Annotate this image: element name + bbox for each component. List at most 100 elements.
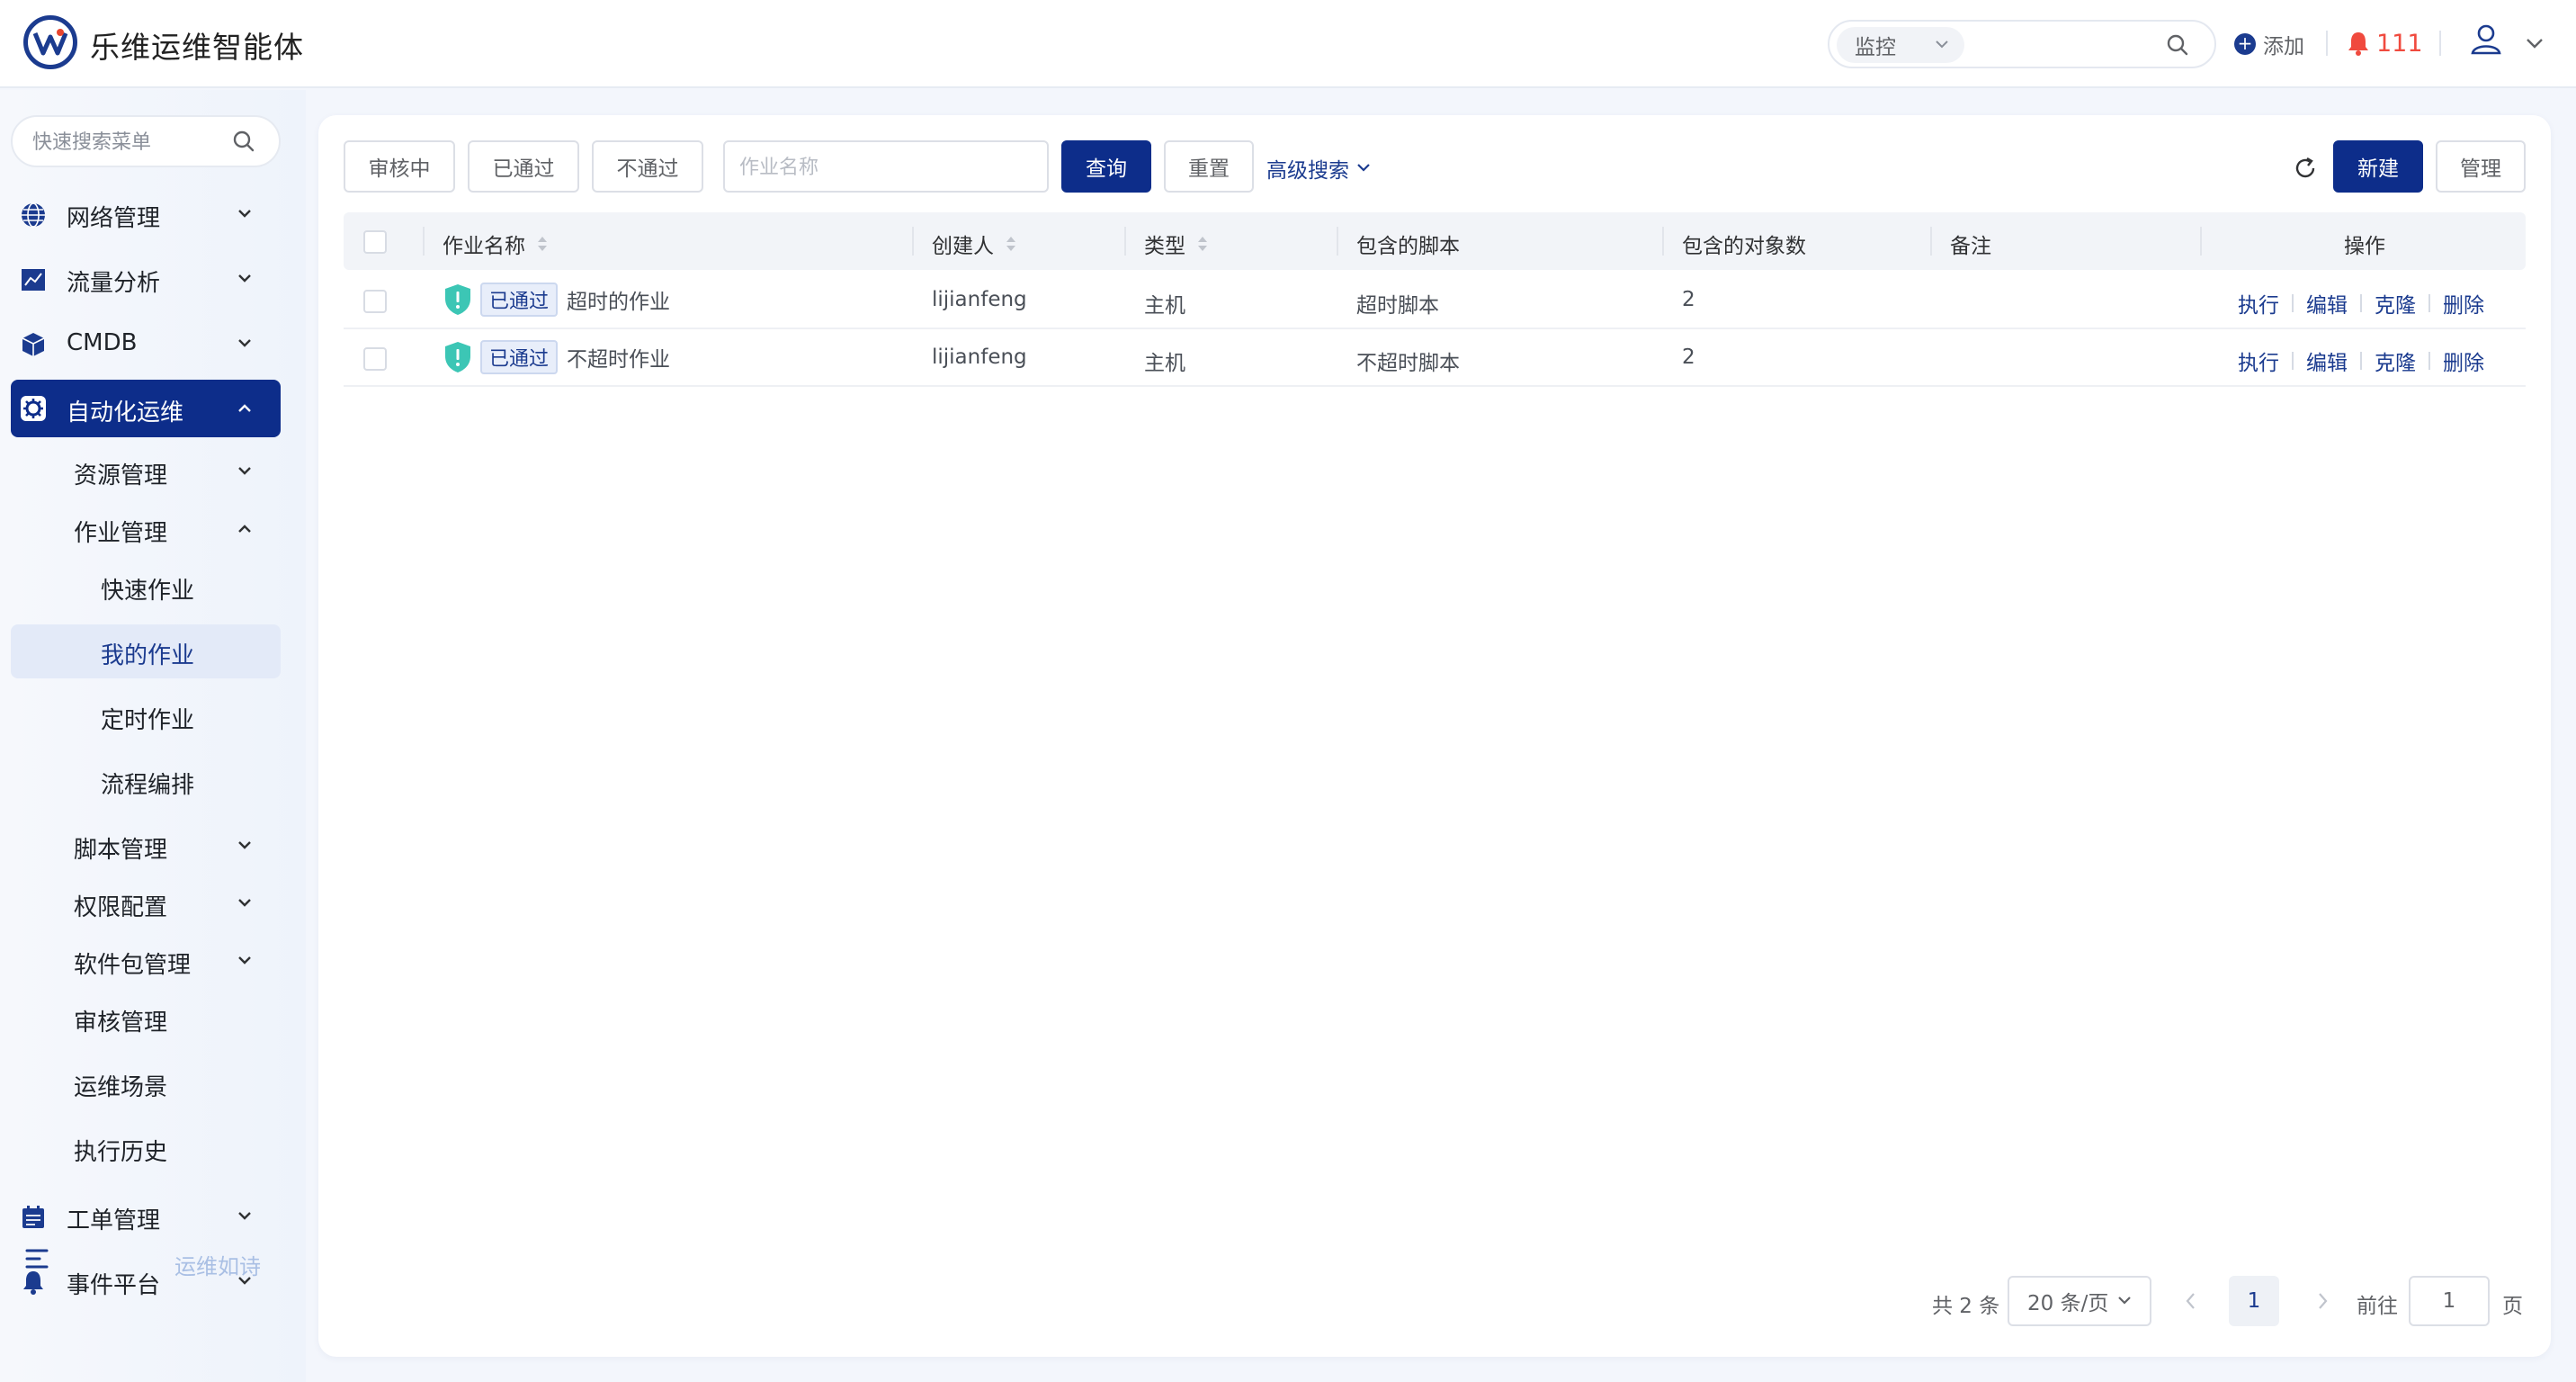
column-divider	[1124, 227, 1126, 256]
global-search[interactable]: 监控	[1828, 20, 2216, 68]
column-header-name[interactable]: 作业名称	[443, 229, 549, 259]
sidebar-item-job[interactable]: 作业管理	[11, 502, 281, 556]
sidebar-item-ticket[interactable]: 工单管理	[11, 1189, 281, 1243]
filter-passed-button[interactable]: 已通过	[468, 140, 579, 193]
creator-cell: lijianfeng	[932, 288, 1027, 311]
sidebar-item-audit[interactable]: 审核管理	[11, 992, 281, 1045]
sidebar-item-quick-job[interactable]: 快速作业	[11, 560, 281, 614]
run-link[interactable]: 执行	[2238, 346, 2279, 376]
page-size-select[interactable]: 20 条/页	[2008, 1276, 2151, 1326]
chevron-right-icon[interactable]	[2312, 1288, 2333, 1314]
manage-button[interactable]: 管理	[2436, 140, 2526, 193]
refresh-icon[interactable]	[2292, 155, 2319, 182]
bell-icon	[23, 1271, 43, 1295]
job-name-field[interactable]	[723, 140, 1049, 193]
chevron-left-icon[interactable]	[2180, 1288, 2202, 1314]
reset-button[interactable]: 重置	[1164, 140, 1254, 193]
table-row[interactable]: 已通过 不超时作业 lijianfeng 主机 不超时脚本 2 执行 编辑 克隆…	[344, 329, 2526, 387]
edit-link[interactable]: 编辑	[2306, 346, 2348, 376]
sidebar-item-resource[interactable]: 资源管理	[11, 444, 281, 498]
column-header-label: 作业名称	[443, 235, 525, 258]
advanced-search-label: 高级搜索	[1266, 159, 1349, 183]
sort-icon[interactable]	[1005, 234, 1017, 254]
scripts-cell: 不超时脚本	[1356, 352, 1460, 375]
sidebar-item-cmdb[interactable]: CMDB	[11, 317, 281, 371]
sidebar-item-history[interactable]: 执行历史	[11, 1121, 281, 1175]
action-divider	[2360, 352, 2362, 370]
sidebar-item-automation[interactable]: 自动化运维	[11, 380, 281, 437]
column-divider	[1337, 227, 1338, 256]
sidebar-item-label: 权限配置	[74, 894, 168, 921]
sidebar-item-label: 工单管理	[67, 1207, 161, 1234]
row-checkbox[interactable]	[363, 290, 387, 313]
column-header-type[interactable]: 类型	[1144, 229, 1209, 259]
actions-cell: 执行 编辑 克隆 删除	[2238, 288, 2484, 319]
clone-link[interactable]: 克隆	[2375, 288, 2416, 319]
goto-page-field[interactable]	[2409, 1276, 2490, 1326]
edit-link[interactable]: 编辑	[2306, 288, 2348, 319]
alert-button[interactable]: 111	[2346, 25, 2423, 61]
search-scope-select[interactable]: 监控	[1837, 27, 1964, 63]
select-all-checkbox[interactable]	[363, 230, 387, 254]
clone-link[interactable]: 克隆	[2375, 346, 2416, 376]
sidebar-item-flow[interactable]: 流程编排	[11, 754, 281, 808]
sidebar-item-label: 流程编排	[101, 772, 195, 799]
sidebar-item-label: 网络管理	[67, 205, 161, 232]
alert-count: 111	[2376, 29, 2423, 58]
main-panel: 审核中 已通过 不通过 查询 重置 高级搜索 新建 管理 作业名称	[318, 115, 2551, 1357]
query-button[interactable]: 查询	[1061, 140, 1151, 193]
menu-search[interactable]	[11, 115, 281, 167]
search-icon[interactable]	[2166, 33, 2189, 57]
sort-icon[interactable]	[1196, 234, 1209, 254]
user-avatar-icon[interactable]	[2468, 22, 2504, 58]
filter-pending-button[interactable]: 审核中	[344, 140, 455, 193]
row-checkbox[interactable]	[363, 347, 387, 371]
shield-icon	[445, 342, 470, 372]
sidebar-item-label: 自动化运维	[67, 399, 184, 426]
column-divider	[912, 227, 914, 256]
sidebar-item-my-job[interactable]: 我的作业	[11, 624, 281, 678]
advanced-search-toggle[interactable]: 高级搜索	[1266, 153, 1373, 184]
sidebar-item-scene[interactable]: 运维场景	[11, 1056, 281, 1110]
search-scope-label: 监控	[1855, 36, 1896, 59]
goto-page-input[interactable]	[2411, 1278, 2488, 1324]
run-link[interactable]: 执行	[2238, 288, 2279, 319]
sidebar-item-permission[interactable]: 权限配置	[11, 876, 281, 930]
chevron-down-icon	[1936, 40, 1948, 49]
sidebar-item-package[interactable]: 软件包管理	[11, 934, 281, 988]
sidebar-item-label: 定时作业	[101, 707, 195, 734]
table-row[interactable]: 已通过 超时的作业 lijianfeng 主机 超时脚本 2 执行 编辑 克隆 …	[344, 272, 2526, 329]
new-button[interactable]: 新建	[2333, 140, 2423, 193]
chevron-down-icon	[238, 956, 251, 965]
column-header-label: 创建人	[932, 235, 994, 258]
column-header-scripts: 包含的脚本	[1356, 229, 1460, 259]
sidebar-item-script[interactable]: 脚本管理	[11, 819, 281, 873]
delete-link[interactable]: 删除	[2443, 346, 2484, 376]
type-cell: 主机	[1144, 352, 1185, 375]
collapse-menu-icon[interactable]	[25, 1247, 50, 1270]
add-button[interactable]: + 添加	[2234, 27, 2304, 61]
delete-link[interactable]: 删除	[2443, 288, 2484, 319]
sidebar-item-label: 我的作业	[101, 642, 195, 669]
column-divider	[2200, 227, 2202, 256]
sidebar-item-scheduled-job[interactable]: 定时作业	[11, 689, 281, 743]
job-name: 不超时作业	[567, 348, 671, 372]
page-number-current[interactable]: 1	[2229, 1276, 2279, 1326]
sidebar-item-traffic[interactable]: 流量分析	[11, 252, 281, 306]
column-header-actions: 操作	[2344, 229, 2385, 259]
action-divider	[2428, 352, 2430, 370]
job-name-input[interactable]	[739, 154, 1027, 181]
search-icon[interactable]	[232, 130, 255, 153]
filter-rejected-button[interactable]: 不通过	[592, 140, 703, 193]
sidebar-item-network[interactable]: 网络管理	[11, 187, 281, 241]
chevron-down-icon	[238, 841, 251, 849]
sidebar-item-label: 执行历史	[74, 1139, 168, 1166]
chevron-down-icon[interactable]	[2524, 32, 2545, 54]
job-name: 超时的作业	[567, 291, 671, 314]
menu-search-input[interactable]	[32, 128, 230, 157]
column-divider	[423, 227, 425, 256]
sort-icon[interactable]	[536, 234, 549, 254]
sidebar-item-label: CMDB	[67, 329, 138, 356]
job-name-cell: 已通过 不超时作业	[443, 340, 670, 374]
column-header-creator[interactable]: 创建人	[932, 229, 1017, 259]
